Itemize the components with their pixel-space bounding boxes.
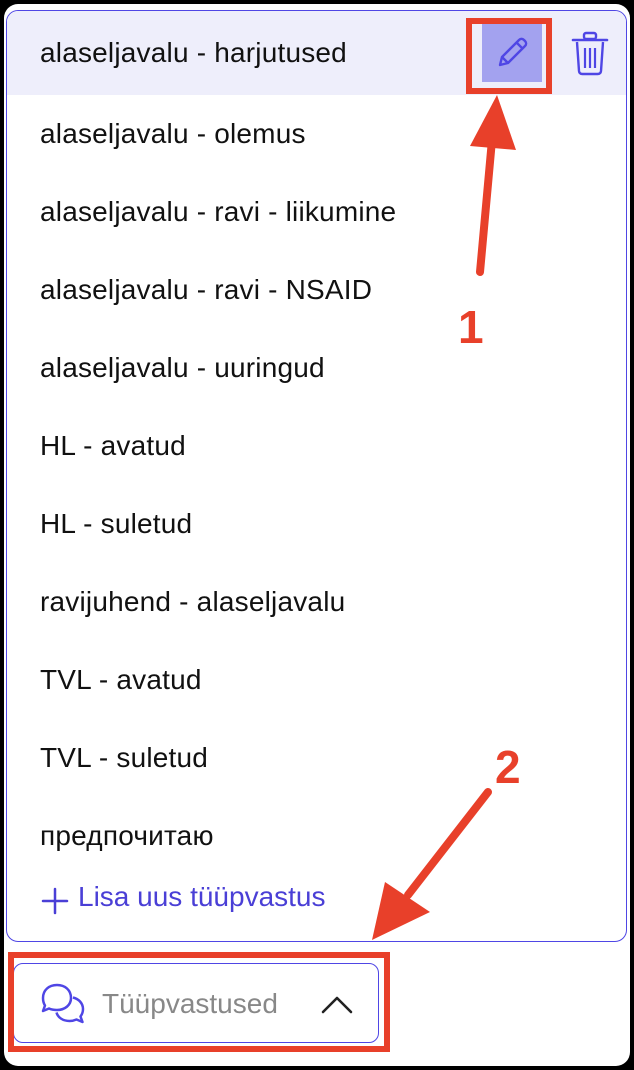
canned-response-item[interactable]: alaseljavalu - olemus bbox=[7, 95, 626, 173]
canned-response-item[interactable]: alaseljavalu - uuringud bbox=[7, 329, 626, 407]
canned-response-label: предпочитаю bbox=[40, 820, 214, 851]
canned-response-item[interactable]: HL - avatud bbox=[7, 407, 626, 485]
canned-response-label: alaseljavalu - ravi - NSAID bbox=[40, 274, 373, 305]
canned-response-item[interactable]: TVL - suletud bbox=[7, 719, 626, 797]
annotation-marker-2: 2 bbox=[495, 741, 521, 793]
canned-response-label: alaseljavalu - olemus bbox=[40, 118, 306, 149]
annotation-box-edit bbox=[466, 18, 552, 94]
canned-response-label: alaseljavalu - ravi - liikumine bbox=[40, 196, 397, 227]
canned-response-label: alaseljavalu - harjutused bbox=[40, 37, 347, 68]
canned-response-item[interactable]: TVL - avatud bbox=[7, 641, 626, 719]
add-canned-response-button[interactable]: Lisa uus tüüpvastus bbox=[7, 879, 626, 935]
annotation-box-toggle bbox=[8, 952, 390, 1052]
canned-response-item[interactable]: ravijuhend - alaseljavalu bbox=[7, 563, 626, 641]
canned-response-label: ravijuhend - alaseljavalu bbox=[40, 586, 346, 617]
canned-response-label: alaseljavalu - uuringud bbox=[40, 352, 325, 383]
canned-response-label: HL - avatud bbox=[40, 430, 186, 461]
canned-response-label: TVL - suletud bbox=[40, 742, 209, 773]
canned-response-label: TVL - avatud bbox=[40, 664, 202, 695]
canvas: alaseljavalu - harjutused alaseljavalu - … bbox=[4, 4, 630, 1066]
canned-response-label: HL - suletud bbox=[40, 508, 193, 539]
add-canned-response-label: Lisa uus tüüpvastus bbox=[78, 881, 326, 912]
canned-response-item[interactable]: alaseljavalu - ravi - liikumine bbox=[7, 173, 626, 251]
trash-icon bbox=[571, 31, 609, 76]
canned-responses-dropdown: alaseljavalu - harjutused alaseljavalu - … bbox=[6, 10, 627, 942]
annotation-marker-1: 1 bbox=[458, 301, 484, 353]
plus-icon bbox=[41, 887, 69, 915]
canned-response-item[interactable]: alaseljavalu - ravi - NSAID bbox=[7, 251, 626, 329]
delete-button[interactable] bbox=[565, 26, 615, 80]
canned-response-item[interactable]: HL - suletud bbox=[7, 485, 626, 563]
canned-response-item[interactable]: предпочитаю bbox=[7, 797, 626, 875]
